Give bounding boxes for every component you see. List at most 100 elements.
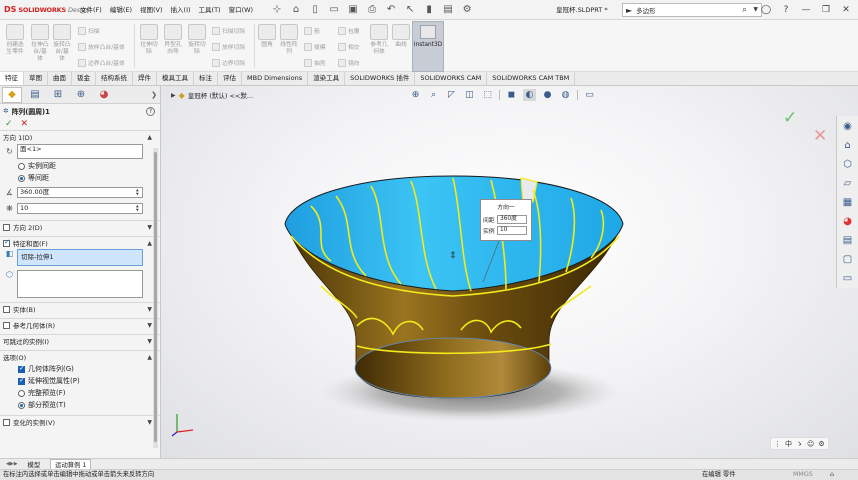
ok-check-icon[interactable]: ✓ (5, 119, 13, 129)
undo-icon[interactable]: ↶ (385, 4, 397, 16)
graphics-area[interactable]: ▶ ◆ 皇冠杯 (默认) <<默... ⊕ ⌕ ◸ ◫ ⬚ ◼ ◐ ● ◍ ▭ … (161, 86, 858, 458)
ime-emoji-icon[interactable]: ☺ (807, 440, 814, 448)
group-bodies-header[interactable]: 实体(B) ▼ (0, 302, 160, 315)
chevron-down-icon[interactable]: ▼ (147, 419, 152, 426)
equal-spacing-radio[interactable] (18, 174, 25, 182)
ribbon-button-reference-geometry[interactable]: 参考几 何体 (368, 24, 390, 56)
features-list-item[interactable]: 切除-拉伸1 (21, 253, 53, 261)
ribbon-button-revolve-boss[interactable]: 旋转凸 台/基 体 (52, 24, 72, 63)
chevron-down-icon[interactable]: ▼ (753, 4, 758, 16)
view-palette-icon[interactable]: ▦ (841, 196, 855, 210)
geometry-pattern-checkbox[interactable] (18, 364, 25, 373)
rebuild-icon[interactable]: ▮ (423, 4, 435, 16)
tab-markup[interactable]: 标注 (194, 72, 218, 85)
ime-settings-icon[interactable]: ⚙ (818, 440, 824, 448)
group-features-header[interactable]: 特征和面(F) ▲ (0, 236, 160, 249)
chevron-right-icon[interactable]: ❯ (151, 91, 157, 99)
configuration-manager-tab[interactable]: ⊞ (48, 87, 68, 103)
new-document-icon[interactable]: ▯ (309, 4, 321, 16)
ribbon-swept-cut[interactable]: 扫描切除 (212, 26, 245, 35)
tab-mbd-dimensions[interactable]: MBD Dimensions (242, 72, 309, 85)
close-icon[interactable]: ✕ (840, 3, 852, 17)
tab-weldments[interactable]: 焊件 (133, 72, 157, 85)
options-gear-icon[interactable]: ⚙ (461, 4, 473, 16)
ribbon-loft[interactable]: 放样凸台/基体 (78, 42, 125, 51)
chevron-down-icon[interactable]: ▼ (147, 306, 152, 313)
user-icon[interactable]: ◯ (760, 3, 772, 17)
ribbon-button-extrude-boss[interactable]: 拉伸凸 台/基 体 (30, 24, 50, 63)
ribbon-button-extrude-cut[interactable]: 拉伸切 除 (138, 24, 160, 56)
tab-evaluate[interactable]: 评估 (218, 72, 242, 85)
ribbon-mirror[interactable]: 镜向 (338, 58, 360, 67)
select-arrow-icon[interactable]: ↖ (404, 4, 416, 16)
equal-spacing-row[interactable]: 等间距 (0, 172, 160, 184)
home-icon[interactable]: ⌂ (290, 4, 302, 16)
ribbon-lofted-cut[interactable]: 放样切除 (212, 42, 245, 51)
menu-window[interactable]: 窗口(W) (225, 0, 258, 20)
tab-model[interactable]: 模型 (24, 460, 45, 469)
messages-icon[interactable]: ▭ (841, 272, 855, 286)
tab-motion-study[interactable]: 运动算例 1 (50, 458, 92, 470)
save-icon[interactable]: ▣ (347, 4, 359, 16)
search-box[interactable]: ► 多边形 ⌕ ▼ (622, 3, 762, 17)
pin-icon[interactable]: ⊹ (271, 4, 283, 16)
group-options-header[interactable]: 选项(O) ▲ (0, 350, 160, 363)
custom-properties-icon[interactable]: ▤ (841, 234, 855, 248)
group-ref-geometry-header[interactable]: 参考几何体(R) ▼ (0, 318, 160, 331)
open-folder-icon[interactable]: ▭ (328, 4, 340, 16)
partial-preview-radio[interactable] (18, 401, 25, 409)
file-explorer-icon[interactable]: ▱ (841, 177, 855, 191)
ref-geometry-checkbox[interactable] (3, 321, 10, 329)
file-properties-icon[interactable]: ▤ (442, 4, 454, 16)
pattern-axis-field[interactable]: 面<1> (17, 144, 143, 159)
pm-scrollbar-thumb[interactable] (154, 152, 157, 442)
chevron-up-icon[interactable]: ▲ (147, 134, 152, 141)
tab-sketch[interactable]: 草图 (24, 72, 48, 85)
ribbon-button-linear-pattern[interactable]: 线性阵 列 (278, 24, 300, 56)
print-icon[interactable]: ⎙ (366, 4, 378, 16)
feature-manager-tab[interactable]: ◆ (2, 86, 22, 103)
propagate-visual-checkbox[interactable] (18, 376, 25, 385)
ribbon-button-fillet[interactable]: 圆角 (258, 24, 276, 49)
angle-input[interactable]: 360.00度 (17, 186, 143, 198)
ribbon-button-curves[interactable]: 曲线 (392, 24, 410, 49)
minimize-icon[interactable]: — (800, 3, 812, 17)
status-settings-icon[interactable]: ⌂ (830, 470, 834, 480)
callout-instances-input[interactable]: 10 (497, 226, 527, 235)
reverse-direction-icon[interactable]: ↻ (5, 147, 14, 156)
restore-icon[interactable]: ❐ (820, 3, 832, 17)
tab-scroll-arrows[interactable]: ◀▶▶ (6, 461, 18, 467)
cup-3d-model[interactable]: ⇕ (161, 86, 858, 458)
appearances-icon[interactable]: ◕ (841, 215, 855, 229)
help-icon[interactable]: ? (780, 3, 792, 17)
menu-insert[interactable]: 插入(I) (167, 0, 195, 20)
group-direction2-header[interactable]: 方向 2(D) ▼ (0, 220, 160, 233)
faces-list[interactable] (17, 270, 143, 298)
menu-file[interactable]: 文件(F) (76, 0, 106, 20)
propagate-visual-row[interactable]: 延伸视觉属性(P) (0, 375, 160, 387)
instance-count-input[interactable]: 10 (17, 202, 143, 214)
chevron-down-icon[interactable]: ▼ (147, 322, 152, 329)
ribbon-shell[interactable]: 抽壳 (304, 58, 326, 67)
tab-solidworks-cam-tbm[interactable]: SOLIDWORKS CAM TBM (487, 72, 576, 85)
tab-render-tools[interactable]: 渲染工具 (308, 72, 346, 85)
geometry-pattern-row[interactable]: 几何体阵列(G) (0, 363, 160, 375)
ribbon-rib[interactable]: 筋 (304, 26, 320, 35)
direction2-checkbox[interactable] (3, 223, 10, 231)
ribbon-button-revolve-cut[interactable]: 旋转切 除 (186, 24, 208, 56)
tab-features[interactable]: 特征 (0, 72, 24, 85)
features-list[interactable]: 切除-拉伸1 (17, 249, 143, 266)
ribbon-boundary-boss[interactable]: 边界凸台/基体 (78, 58, 125, 67)
ribbon-boundary-cut[interactable]: 边界切除 (212, 58, 245, 67)
forum-icon[interactable]: ▢ (841, 253, 855, 267)
instant3d-button[interactable]: Instant3D (412, 21, 444, 72)
features-faces-checkbox[interactable] (3, 238, 10, 247)
callout-spacing-input[interactable]: 360度 (497, 215, 527, 224)
home-icon[interactable]: ⌂ (841, 139, 855, 153)
ribbon-wrap[interactable]: 包覆 (338, 26, 360, 35)
instance-spacing-row[interactable]: 实例间距 (0, 160, 160, 172)
chevron-up-icon[interactable]: ▲ (147, 240, 152, 247)
ribbon-intersect[interactable]: 相交 (338, 42, 360, 51)
full-preview-radio[interactable] (18, 389, 25, 397)
tab-solidworks-cam[interactable]: SOLIDWORKS CAM (415, 72, 488, 85)
